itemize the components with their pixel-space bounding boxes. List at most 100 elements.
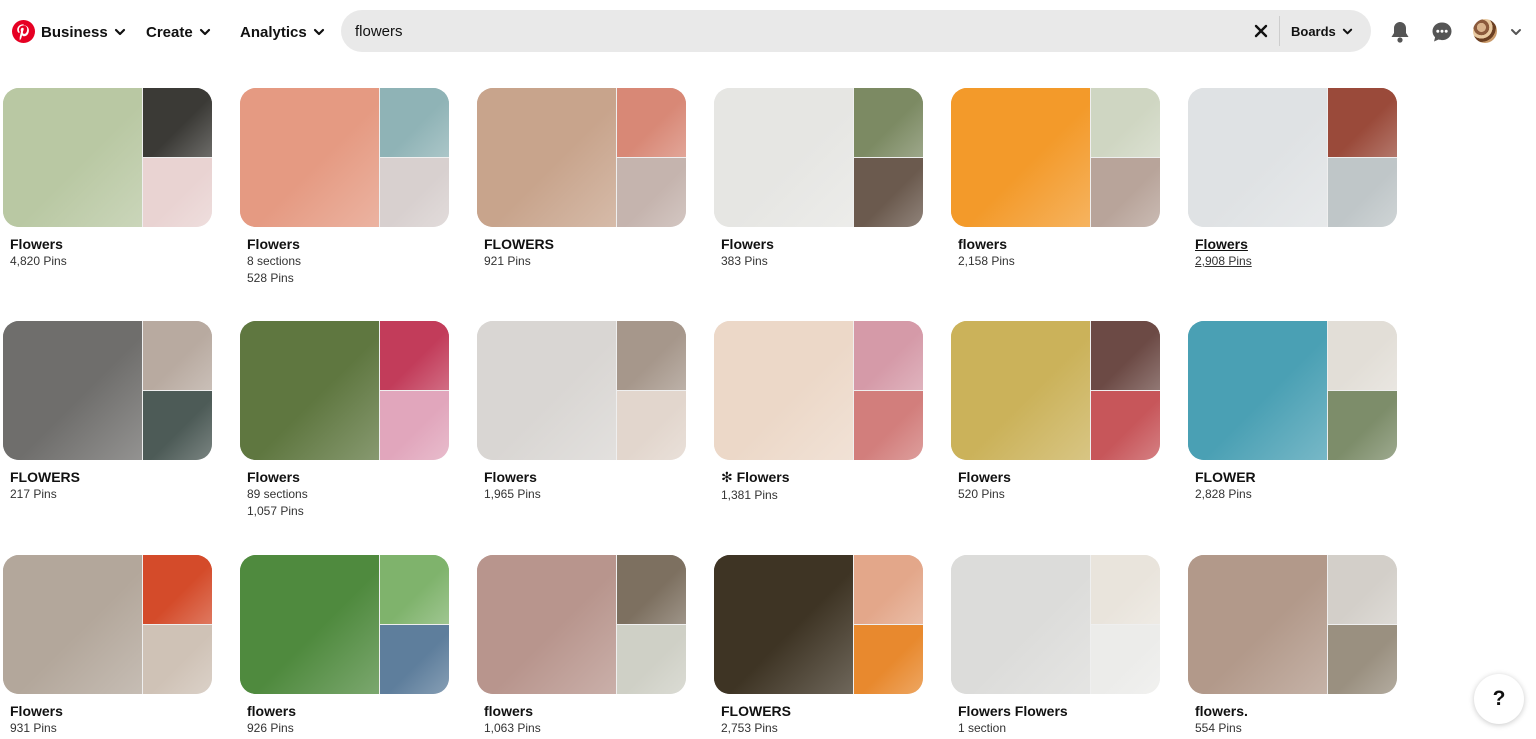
board-title: Flowers: [1195, 236, 1248, 252]
board-cover-side-image: [617, 555, 686, 624]
board-card[interactable]: FLOWERS 921 Pins: [477, 88, 686, 269]
board-cover: [240, 555, 449, 694]
board-cover-side-image: [380, 158, 449, 227]
board-meta: 89 sections: [247, 487, 308, 501]
board-cover-side-image: [1328, 625, 1397, 694]
board-cover-main-image: [240, 321, 379, 460]
board-card[interactable]: FLOWERS 217 Pins: [3, 321, 212, 502]
chevron-down-icon: [1342, 26, 1353, 37]
board-cover-side-image: [1328, 391, 1397, 460]
board-card[interactable]: Flowers 2,908 Pins: [1188, 88, 1397, 269]
board-meta: 2,828 Pins: [1195, 487, 1252, 501]
board-title: Flowers: [484, 469, 537, 485]
board-cover-main-image: [714, 321, 853, 460]
bell-icon: [1391, 22, 1409, 43]
board-card[interactable]: Flowers Flowers 1 section: [951, 555, 1160, 736]
board-title: FLOWER: [1195, 469, 1256, 485]
notifications-button[interactable]: [1386, 18, 1414, 46]
board-cover-side-image: [380, 625, 449, 694]
board-card[interactable]: flowers. 554 Pins: [1188, 555, 1397, 736]
board-cover-side-image: [854, 625, 923, 694]
board-card[interactable]: Flowers 520 Pins: [951, 321, 1160, 502]
board-cover-side-image: [617, 625, 686, 694]
board-cover-main-image: [714, 555, 853, 694]
board-title: flowers.: [1195, 703, 1248, 719]
board-cover-side-image: [380, 391, 449, 460]
board-cover: [3, 88, 212, 227]
board-meta: 383 Pins: [721, 254, 768, 268]
board-cover: [1188, 321, 1397, 460]
board-meta: 2,753 Pins: [721, 721, 778, 735]
board-cover: [951, 555, 1160, 694]
board-meta: 2,158 Pins: [958, 254, 1015, 268]
board-cover: [240, 321, 449, 460]
board-cover-main-image: [477, 88, 616, 227]
board-title: flowers: [484, 703, 534, 719]
board-cover-main-image: [1188, 321, 1327, 460]
board-card[interactable]: Flowers 4,820 Pins: [3, 88, 212, 269]
board-cover: [951, 88, 1160, 227]
board-cover-main-image: [1188, 88, 1327, 227]
board-cover: [1188, 555, 1397, 694]
nav-analytics-label: Analytics: [240, 23, 307, 41]
board-meta: 8 sections: [247, 254, 302, 268]
messages-button[interactable]: [1428, 18, 1456, 46]
board-meta: 1,057 Pins: [247, 504, 304, 518]
board-card[interactable]: Flowers 89 sections 1,057 Pins: [240, 321, 449, 519]
board-cover-main-image: [240, 555, 379, 694]
search-scope-label: Boards: [1291, 23, 1336, 39]
board-meta: 921 Pins: [484, 254, 531, 268]
chevron-down-icon: [114, 26, 126, 38]
nav-business-label: Business: [41, 23, 108, 41]
board-card[interactable]: flowers 926 Pins: [240, 555, 449, 736]
board-cover: [3, 555, 212, 694]
clear-search-button[interactable]: [1251, 21, 1271, 41]
board-card[interactable]: Flowers 383 Pins: [714, 88, 923, 269]
account-menu-button[interactable]: [1509, 25, 1523, 39]
user-avatar[interactable]: [1473, 19, 1497, 43]
nav-analytics-menu[interactable]: Analytics: [240, 16, 325, 48]
board-cover-main-image: [1188, 555, 1327, 694]
board-meta: 528 Pins: [247, 271, 294, 285]
nav-create-menu[interactable]: Create: [146, 16, 211, 48]
help-button[interactable]: ?: [1474, 674, 1524, 724]
board-meta: 2,908 Pins: [1195, 254, 1252, 268]
pinterest-logo-icon[interactable]: [12, 20, 35, 43]
chevron-down-icon: [1511, 29, 1521, 35]
board-cover-main-image: [951, 555, 1090, 694]
board-cover-side-image: [380, 555, 449, 624]
board-title: FLOWERS: [10, 469, 80, 485]
search-divider: [1279, 16, 1280, 46]
search-input[interactable]: [355, 10, 1235, 52]
board-meta: 217 Pins: [10, 487, 57, 501]
board-card[interactable]: ✻ Flowers 1,381 Pins: [714, 321, 923, 503]
board-card[interactable]: Flowers 8 sections 528 Pins: [240, 88, 449, 286]
nav-business-menu[interactable]: Business: [41, 16, 126, 48]
chat-bubble-icon: [1432, 22, 1452, 42]
board-card[interactable]: flowers 2,158 Pins: [951, 88, 1160, 269]
board-cover-main-image: [3, 88, 142, 227]
board-card[interactable]: flowers 1,063 Pins: [477, 555, 686, 736]
board-meta: 1,965 Pins: [484, 487, 541, 501]
board-meta: 1,063 Pins: [484, 721, 541, 735]
board-card[interactable]: Flowers 931 Pins: [3, 555, 212, 736]
board-meta: 926 Pins: [247, 721, 294, 735]
board-meta: 520 Pins: [958, 487, 1005, 501]
search-scope-dropdown[interactable]: Boards: [1291, 10, 1353, 52]
board-cover: [951, 321, 1160, 460]
board-cover-side-image: [1091, 625, 1160, 694]
board-cover: [714, 321, 923, 460]
board-cover: [240, 88, 449, 227]
board-cover-main-image: [3, 555, 142, 694]
board-cover-side-image: [143, 625, 212, 694]
board-cover-main-image: [3, 321, 142, 460]
board-card[interactable]: FLOWERS 2,753 Pins: [714, 555, 923, 736]
board-cover-side-image: [1328, 158, 1397, 227]
board-title: Flowers: [10, 703, 63, 719]
board-cover: [477, 88, 686, 227]
board-card[interactable]: Flowers 1,965 Pins: [477, 321, 686, 502]
board-cover-side-image: [143, 555, 212, 624]
board-meta: 554 Pins: [1195, 721, 1242, 735]
board-cover-side-image: [1328, 88, 1397, 157]
board-card[interactable]: FLOWER 2,828 Pins: [1188, 321, 1397, 502]
